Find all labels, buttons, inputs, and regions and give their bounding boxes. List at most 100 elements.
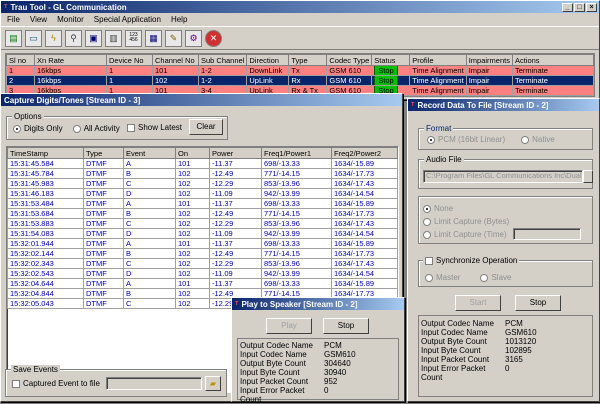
menu-special-application[interactable]: Special Application [94, 15, 161, 24]
play-window: ᵀ Play to Speaker [Stream ID - 2] Play S… [231, 297, 405, 404]
antenna-icon[interactable]: ⚲ [65, 29, 82, 47]
cell-terminate[interactable]: Terminate [511, 85, 594, 96]
stop-icon[interactable]: ✕ [205, 29, 222, 47]
limit-value-field[interactable] [513, 228, 581, 240]
limit-bytes-radio[interactable]: Limit Capture (Bytes) [423, 217, 509, 226]
table-row[interactable]: 2 16kbps 1 102 1-2 UpLink Rx GSM 610 Sto… [6, 75, 594, 86]
calculator-icon[interactable]: ▦ [145, 29, 162, 47]
slave-radio[interactable]: Slave [480, 273, 511, 282]
table-row[interactable]: 15:31:53.484 DTMF A 101 -11.37 698/-13.33 1634… [7, 198, 398, 209]
col-codec-type[interactable]: Codec Type [326, 54, 373, 66]
play-button[interactable]: Play [266, 318, 312, 334]
table-row[interactable]: 15:32:01.944 DTMF A 101 -11.37 698/-13.33 1634… [7, 238, 398, 249]
col-power[interactable]: Power [209, 147, 262, 159]
capture-icon[interactable]: ▣ [85, 29, 102, 47]
clipboard-icon[interactable]: ▥ [105, 29, 122, 47]
col-impairments[interactable]: Impairments [465, 54, 513, 66]
table-row[interactable]: 15:31:53.883 DTMF C 102 -12.29 853/-13.96 1634… [7, 218, 398, 229]
cell-profile[interactable]: Time Alignment [409, 75, 467, 86]
sync-checkbox[interactable]: Synchronize Operation [423, 256, 520, 265]
record-titlebar[interactable]: ᵀ Record Data To File [Stream ID - 2] [408, 99, 599, 111]
col-event[interactable]: Event [123, 147, 176, 159]
table-row[interactable]: 1 16kbps 1 101 1-2 DownLink Tx GSM 610 S… [6, 65, 594, 76]
signal-icon[interactable]: ϟ [45, 29, 62, 47]
stop-button[interactable]: Stop [515, 295, 561, 311]
col-freq2[interactable]: Freq2/Power2 [331, 147, 398, 159]
show-latest-checkbox[interactable]: Show Latest [127, 123, 182, 132]
captured-event-checkbox[interactable]: Captured Event to file [12, 379, 100, 388]
menu-help[interactable]: Help [171, 15, 187, 24]
chart-icon[interactable]: ▤ [5, 29, 22, 47]
pcm-radio[interactable]: PCM (16bit Linear) [427, 135, 505, 144]
cell-sl: 2 [6, 75, 35, 86]
cell-profile[interactable]: Time Alignment [409, 85, 467, 96]
cell-impair[interactable]: Impair [465, 75, 513, 86]
table-row[interactable]: 15:32:02.144 DTMF B 102 -12.49 771/-14.15 1634… [7, 248, 398, 259]
save-file-field[interactable] [106, 377, 202, 390]
settings-icon[interactable]: ⚙ [185, 29, 202, 47]
menu-monitor[interactable]: Monitor [57, 15, 84, 24]
cell-impair[interactable]: Impair [465, 65, 513, 76]
table-cell: DTMF [83, 228, 124, 239]
col-sub-channel[interactable]: Sub Channel [197, 54, 248, 66]
minimize-icon[interactable]: _ [562, 2, 573, 12]
close-icon[interactable]: × [586, 2, 597, 12]
none-radio[interactable]: None [423, 204, 453, 213]
stop-button[interactable]: Stop [374, 66, 398, 75]
table-row[interactable]: 15:31:54.083 DTMF D 102 -11.09 942/-13.99 1634… [7, 228, 398, 239]
browse-button[interactable] [583, 170, 593, 183]
col-device-no[interactable]: Device No [106, 54, 153, 66]
cell-terminate[interactable]: Terminate [511, 75, 594, 86]
digits-only-radio[interactable]: Digits Only [13, 124, 63, 133]
table-row[interactable]: 15:31:53.684 DTMF B 102 -12.49 771/-14.15 1634… [7, 208, 398, 219]
capture-titlebar[interactable]: Capture Digits/Tones [Stream ID - 3] [1, 94, 402, 106]
native-radio[interactable]: Native [521, 135, 555, 144]
table-row[interactable]: 15:31:45.784 DTMF B 102 -12.49 771/-14.15 1634… [7, 168, 398, 179]
table-cell: C [123, 178, 176, 189]
col-type[interactable]: Type [288, 54, 328, 66]
table-cell: 853/-13.96 [261, 218, 332, 229]
col-channel-no[interactable]: Channel No [152, 54, 199, 66]
table-row[interactable]: 15:31:46.183 DTMF D 102 -11.09 942/-13.99 1634… [7, 188, 398, 199]
table-cell: 101 [175, 158, 210, 169]
monitor-icon[interactable]: ▭ [25, 29, 42, 47]
cell-profile[interactable]: Time Alignment [409, 65, 467, 76]
folder-icon[interactable]: ▰ [205, 376, 221, 391]
col-direction[interactable]: Direction [246, 54, 290, 66]
start-button[interactable]: Start [455, 295, 501, 311]
all-activity-radio[interactable]: All Activity [72, 124, 120, 133]
col-status[interactable]: Status [371, 54, 411, 66]
col-actions[interactable]: Actions [511, 54, 594, 66]
stop-button[interactable]: Stop [323, 318, 369, 334]
table-row[interactable]: 15:32:04.644 DTMF A 101 -11.37 698/-13.33 1634… [7, 278, 398, 289]
maximize-icon[interactable]: □ [574, 2, 585, 12]
master-radio[interactable]: Master [425, 273, 460, 282]
clear-button[interactable]: Clear [189, 119, 223, 135]
table-cell: 698/-13.33 [261, 238, 332, 249]
limit-time-radio[interactable]: Limit Capture (Time) [423, 230, 507, 239]
main-titlebar[interactable]: ᵀ Trau Tool - GL Communication _ □ × [1, 1, 599, 13]
table-row[interactable]: 15:31:45.584 DTMF A 101 -11.37 698/-13.33 1634… [7, 158, 398, 169]
col-xn-rate[interactable]: Xn Rate [34, 54, 107, 66]
checkbox-icon [127, 123, 135, 132]
table-row[interactable]: 15:31:45.983 DTMF C 102 -12.29 853/-13.96 1634… [7, 178, 398, 189]
col-type[interactable]: Type [83, 147, 124, 159]
col-freq1[interactable]: Freq1/Power1 [261, 147, 332, 159]
menu-view[interactable]: View [30, 15, 47, 24]
play-titlebar[interactable]: ᵀ Play to Speaker [Stream ID - 2] [232, 298, 404, 310]
stop-button[interactable]: Stop [374, 76, 398, 85]
audio-file-path[interactable]: C:\Program Files\GL Communications Inc\D… [423, 170, 583, 183]
col-on[interactable]: On [175, 147, 210, 159]
col-profile[interactable]: Profile [409, 54, 467, 66]
table-row[interactable]: 15:32:02.343 DTMF C 102 -12.29 853/-13.96 1634… [7, 258, 398, 269]
table-row[interactable]: 15:32:02.543 DTMF D 102 -11.09 942/-13.99 1634… [7, 268, 398, 279]
col-sl-no[interactable]: Sl no [6, 54, 35, 66]
events-table: TimeStamp Type Event On Power Freq1/Powe… [7, 147, 398, 309]
col-timestamp[interactable]: TimeStamp [7, 147, 84, 159]
table-cell: A [123, 238, 176, 249]
menu-file[interactable]: File [7, 15, 20, 24]
counter-icon[interactable]: 123 456 [125, 29, 142, 47]
edit-icon[interactable]: ✎ [165, 29, 182, 47]
cell-impair[interactable]: Impair [465, 85, 513, 96]
cell-terminate[interactable]: Terminate [511, 65, 594, 76]
